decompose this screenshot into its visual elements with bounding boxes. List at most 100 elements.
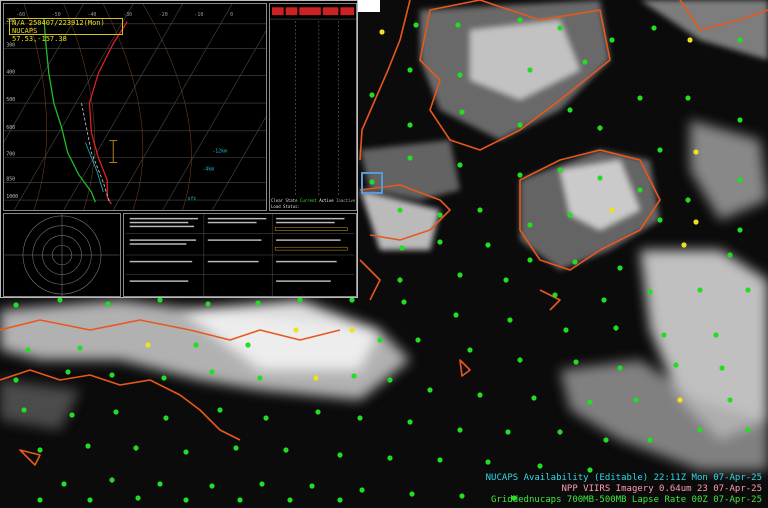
nucaps-point-green[interactable] (133, 445, 139, 451)
nucaps-point-green[interactable] (337, 452, 343, 458)
nucaps-point-green[interactable] (673, 362, 679, 368)
nucaps-point-green[interactable] (283, 447, 289, 453)
nucaps-point-green[interactable] (337, 497, 343, 503)
nucaps-point-green[interactable] (413, 22, 419, 28)
tab-button-5[interactable] (340, 7, 355, 16)
nucaps-point-green[interactable] (459, 109, 465, 115)
nucaps-point-green[interactable] (37, 447, 43, 453)
nucaps-point-green[interactable] (407, 67, 413, 73)
nucaps-point-green[interactable] (531, 395, 537, 401)
nucaps-point-green[interactable] (567, 212, 573, 218)
nucaps-point-yellow[interactable] (145, 342, 151, 348)
nucaps-point-green[interactable] (517, 172, 523, 178)
nucaps-point-green[interactable] (603, 437, 609, 443)
nucaps-point-green[interactable] (651, 25, 657, 31)
nucaps-point-green[interactable] (233, 445, 239, 451)
nucaps-point-green[interactable] (183, 497, 189, 503)
nucaps-point-green[interactable] (517, 122, 523, 128)
nucaps-point-green[interactable] (217, 407, 223, 413)
nucaps-point-green[interactable] (407, 155, 413, 161)
nucaps-point-green[interactable] (597, 175, 603, 181)
nucaps-point-green[interactable] (193, 342, 199, 348)
nucaps-point-yellow[interactable] (349, 327, 355, 333)
nucaps-point-green[interactable] (257, 375, 263, 381)
nucaps-point-yellow[interactable] (313, 375, 319, 381)
nucaps-point-green[interactable] (69, 412, 75, 418)
nucaps-point-yellow[interactable] (293, 327, 299, 333)
nucaps-point-green[interactable] (613, 325, 619, 331)
nucaps-point-green[interactable] (297, 297, 303, 303)
nucaps-point-yellow[interactable] (379, 29, 385, 35)
nucaps-point-green[interactable] (737, 37, 743, 43)
nucaps-point-green[interactable] (245, 342, 251, 348)
nucaps-point-green[interactable] (109, 372, 115, 378)
nucaps-point-yellow[interactable] (677, 397, 683, 403)
nucaps-point-green[interactable] (647, 289, 653, 295)
nucaps-point-green[interactable] (609, 37, 615, 43)
nucaps-point-green[interactable] (633, 397, 639, 403)
nucaps-point-green[interactable] (77, 345, 83, 351)
nucaps-point-green[interactable] (157, 481, 163, 487)
nucaps-point-green[interactable] (573, 359, 579, 365)
nucaps-point-green[interactable] (661, 332, 667, 338)
nucaps-point-green[interactable] (21, 407, 27, 413)
nucaps-point-green[interactable] (617, 365, 623, 371)
nucaps-point-green[interactable] (737, 227, 743, 233)
nucaps-point-green[interactable] (503, 277, 509, 283)
nucaps-point-green[interactable] (737, 177, 743, 183)
nucaps-point-green[interactable] (61, 481, 67, 487)
nucaps-point-green[interactable] (557, 25, 563, 31)
nucaps-point-green[interactable] (527, 257, 533, 263)
nucaps-point-green[interactable] (457, 427, 463, 433)
nucaps-point-green[interactable] (685, 197, 691, 203)
nucaps-point-green[interactable] (209, 369, 215, 375)
nucaps-point-green[interactable] (407, 122, 413, 128)
nucaps-point-green[interactable] (453, 312, 459, 318)
nucaps-point-green[interactable] (135, 495, 141, 501)
legend-gridded[interactable]: Griddednucaps 700MB-500MB Lapse Rate 00Z… (486, 495, 762, 506)
nucaps-point-green[interactable] (727, 397, 733, 403)
nucaps-point-green[interactable] (397, 207, 403, 213)
nucaps-point-green[interactable] (685, 95, 691, 101)
nucaps-point-green[interactable] (263, 415, 269, 421)
nucaps-point-green[interactable] (537, 463, 543, 469)
nucaps-point-green[interactable] (587, 399, 593, 405)
nucaps-point-green[interactable] (485, 242, 491, 248)
hodograph[interactable] (3, 213, 121, 297)
nucaps-point-green[interactable] (387, 455, 393, 461)
nucaps-point-green[interactable] (205, 301, 211, 307)
clear-state-button[interactable]: Clear State (271, 198, 298, 203)
nucaps-point-green[interactable] (617, 265, 623, 271)
nucaps-point-green[interactable] (369, 179, 375, 185)
nucaps-point-green[interactable] (437, 212, 443, 218)
nucaps-point-green[interactable] (357, 415, 363, 421)
nucaps-point-green[interactable] (37, 497, 43, 503)
nucaps-point-green[interactable] (25, 347, 31, 353)
nucaps-point-green[interactable] (57, 297, 63, 303)
nucaps-point-green[interactable] (85, 443, 91, 449)
tab-button-4[interactable] (322, 7, 339, 16)
nucaps-point-green[interactable] (397, 277, 403, 283)
nucaps-sounding-window[interactable]: 200 300 400 500 600 700 850 1000 -60 -50… (0, 0, 358, 298)
nucaps-point-green[interactable] (315, 409, 321, 415)
nucaps-point-green[interactable] (369, 92, 375, 98)
nucaps-point-green[interactable] (587, 467, 593, 473)
nucaps-point-green[interactable] (527, 222, 533, 228)
load-status-panel[interactable] (269, 3, 357, 211)
nucaps-point-green[interactable] (109, 477, 115, 483)
nucaps-point-green[interactable] (552, 292, 558, 298)
nucaps-point-green[interactable] (477, 207, 483, 213)
nucaps-point-green[interactable] (457, 162, 463, 168)
nucaps-point-green[interactable] (572, 259, 578, 265)
nucaps-point-green[interactable] (415, 337, 421, 343)
nucaps-point-green[interactable] (65, 369, 71, 375)
nucaps-point-green[interactable] (259, 481, 265, 487)
nucaps-point-green[interactable] (457, 272, 463, 278)
nucaps-point-green[interactable] (377, 337, 383, 343)
nucaps-point-green[interactable] (157, 297, 163, 303)
nucaps-point-green[interactable] (209, 483, 215, 489)
nucaps-point-green[interactable] (697, 427, 703, 433)
nucaps-point-green[interactable] (601, 297, 607, 303)
nucaps-point-green[interactable] (505, 429, 511, 435)
nucaps-point-green[interactable] (359, 487, 365, 493)
